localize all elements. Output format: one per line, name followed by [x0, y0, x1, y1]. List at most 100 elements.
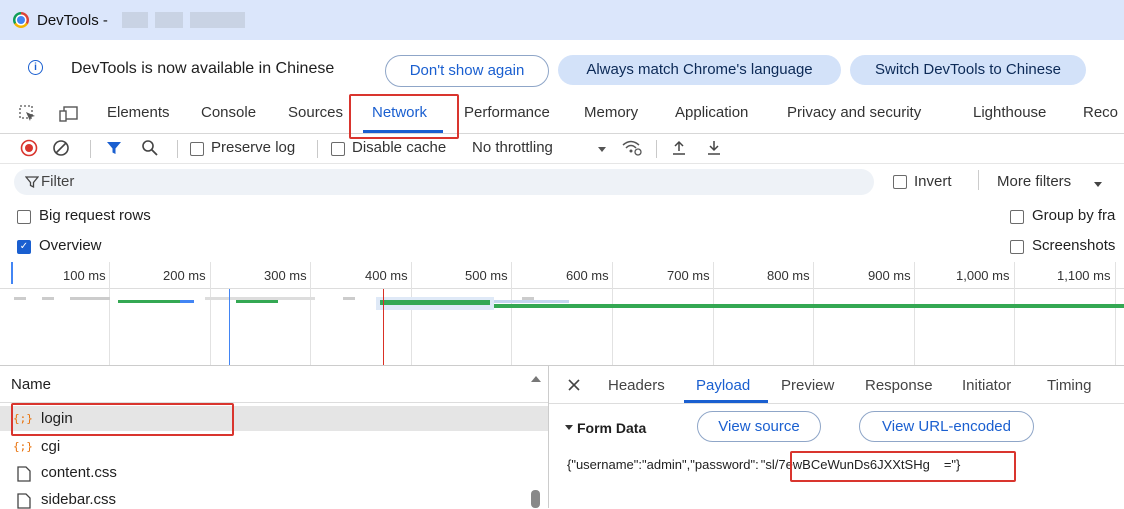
- toolbar-divider: [90, 140, 91, 158]
- name-column-header[interactable]: Name: [11, 376, 51, 393]
- timeline-gridline: [914, 262, 915, 366]
- dropdown-arrow-icon: [1094, 182, 1102, 187]
- sort-ascending-icon[interactable]: [530, 374, 542, 384]
- request-name[interactable]: content.css: [41, 464, 117, 481]
- screenshots-label: Screenshots: [1032, 237, 1116, 254]
- redacted-title-part: [122, 12, 148, 28]
- timeline-request-bar: [70, 297, 110, 300]
- group-by-frame-checkbox[interactable]: [1010, 210, 1024, 224]
- timeline-gridline: [612, 262, 613, 366]
- file-icon: [17, 493, 31, 509]
- tab-preview[interactable]: Preview: [781, 377, 834, 394]
- tab-initiator[interactable]: Initiator: [962, 377, 1011, 394]
- tab-payload[interactable]: Payload: [696, 377, 750, 394]
- timeline-request-bar: [118, 300, 180, 303]
- timeline-request-bar: [380, 300, 490, 305]
- timeline-gridline: [109, 262, 110, 366]
- filter-funnel-icon[interactable]: [106, 140, 122, 156]
- timeline-request-bar: [522, 297, 534, 300]
- group-by-frame-label: Group by fra: [1032, 207, 1116, 224]
- request-name[interactable]: cgi: [41, 438, 60, 455]
- tab-privacy-security[interactable]: Privacy and security: [787, 104, 921, 121]
- timeline-gridline: [511, 262, 512, 366]
- tab-timing[interactable]: Timing: [1047, 377, 1091, 394]
- big-request-rows-checkbox[interactable]: [17, 210, 31, 224]
- tab-recorder[interactable]: Reco: [1083, 104, 1118, 121]
- timeline-gridline: [411, 262, 412, 366]
- tab-console[interactable]: Console: [201, 104, 256, 121]
- device-toolbar-icon[interactable]: [59, 105, 79, 123]
- timeline-request-bar: [180, 300, 194, 303]
- filter-divider: [978, 170, 979, 190]
- timeline-request-bar: [236, 300, 278, 303]
- toolbar-divider: [177, 140, 178, 158]
- view-source-button[interactable]: View source: [697, 411, 821, 442]
- export-har-icon[interactable]: [706, 139, 722, 157]
- tab-performance[interactable]: Performance: [464, 104, 550, 121]
- disable-cache-label: Disable cache: [352, 139, 447, 156]
- always-match-language-button[interactable]: Always match Chrome's language: [558, 55, 841, 85]
- timeline-left-handle[interactable]: [11, 262, 13, 284]
- request-name[interactable]: sidebar.css: [41, 491, 116, 508]
- network-conditions-icon[interactable]: [621, 138, 643, 158]
- timeline-tick: 1,000 ms: [956, 268, 1010, 283]
- timeline-tick: 600 ms: [566, 268, 609, 283]
- tab-response[interactable]: Response: [865, 377, 933, 394]
- password-value-highlight: [790, 451, 1016, 482]
- timeline-tick: 700 ms: [667, 268, 710, 283]
- timeline-gridline: [813, 262, 814, 366]
- info-icon: i: [28, 60, 43, 75]
- clear-icon[interactable]: [52, 139, 70, 157]
- throttling-select[interactable]: No throttling: [472, 139, 553, 156]
- payload-username-part: {"username":"admin","password":: [567, 457, 759, 472]
- dom-content-loaded-marker: [229, 289, 230, 365]
- tab-memory[interactable]: Memory: [584, 104, 638, 121]
- tab-elements[interactable]: Elements: [107, 104, 170, 121]
- tab-lighthouse[interactable]: Lighthouse: [973, 104, 1046, 121]
- login-row-highlight: [11, 403, 234, 436]
- window-title: DevTools -: [37, 12, 108, 29]
- tab-headers[interactable]: Headers: [608, 377, 665, 394]
- timeline-tick: 100 ms: [63, 268, 106, 283]
- invert-checkbox[interactable]: [893, 175, 907, 189]
- file-icon: [17, 466, 31, 482]
- switch-to-chinese-button[interactable]: Switch DevTools to Chinese: [850, 55, 1086, 85]
- request-list-header: [0, 366, 548, 403]
- form-data-section-title[interactable]: Form Data: [577, 420, 646, 436]
- redacted-title-part: [190, 12, 245, 28]
- dont-show-again-button[interactable]: Don't show again: [385, 55, 549, 87]
- filter-input[interactable]: [14, 169, 874, 195]
- big-request-rows-label: Big request rows: [39, 207, 151, 224]
- timeline-gridline: [1115, 262, 1116, 366]
- more-filters-dropdown[interactable]: More filters: [997, 173, 1071, 190]
- collapse-arrow-icon[interactable]: [564, 424, 574, 432]
- disable-cache-checkbox[interactable]: [331, 142, 345, 156]
- timeline-gridline: [210, 262, 211, 366]
- scrollbar-thumb[interactable]: [531, 490, 540, 508]
- inspect-element-icon[interactable]: [19, 105, 37, 123]
- dropdown-arrow-icon: [598, 147, 606, 152]
- network-toolbar: [0, 133, 1124, 164]
- timeline-request-bar: [14, 297, 26, 300]
- timeline-tick: 900 ms: [868, 268, 911, 283]
- timeline-tick: 1,100 ms: [1057, 268, 1111, 283]
- timeline-gridline: [713, 262, 714, 366]
- view-url-encoded-button[interactable]: View URL-encoded: [859, 411, 1034, 442]
- import-har-icon[interactable]: [671, 139, 687, 157]
- chrome-logo-icon: [13, 12, 29, 28]
- filter-icon: [25, 176, 39, 189]
- timeline-tick: 500 ms: [465, 268, 508, 283]
- tab-application[interactable]: Application: [675, 104, 748, 121]
- screenshots-checkbox[interactable]: [1010, 240, 1024, 254]
- preserve-log-label: Preserve log: [211, 139, 296, 156]
- redacted-title-part: [155, 12, 183, 28]
- overview-label: Overview: [39, 237, 102, 254]
- tab-sources[interactable]: Sources: [288, 104, 343, 121]
- timeline-tick: 800 ms: [767, 268, 810, 283]
- close-icon[interactable]: [567, 378, 581, 392]
- timeline-request-bar: [343, 297, 355, 300]
- preserve-log-checkbox[interactable]: [190, 142, 204, 156]
- search-icon[interactable]: [141, 139, 159, 157]
- record-stop-icon[interactable]: [20, 139, 38, 157]
- overview-checkbox[interactable]: ✓: [17, 240, 31, 254]
